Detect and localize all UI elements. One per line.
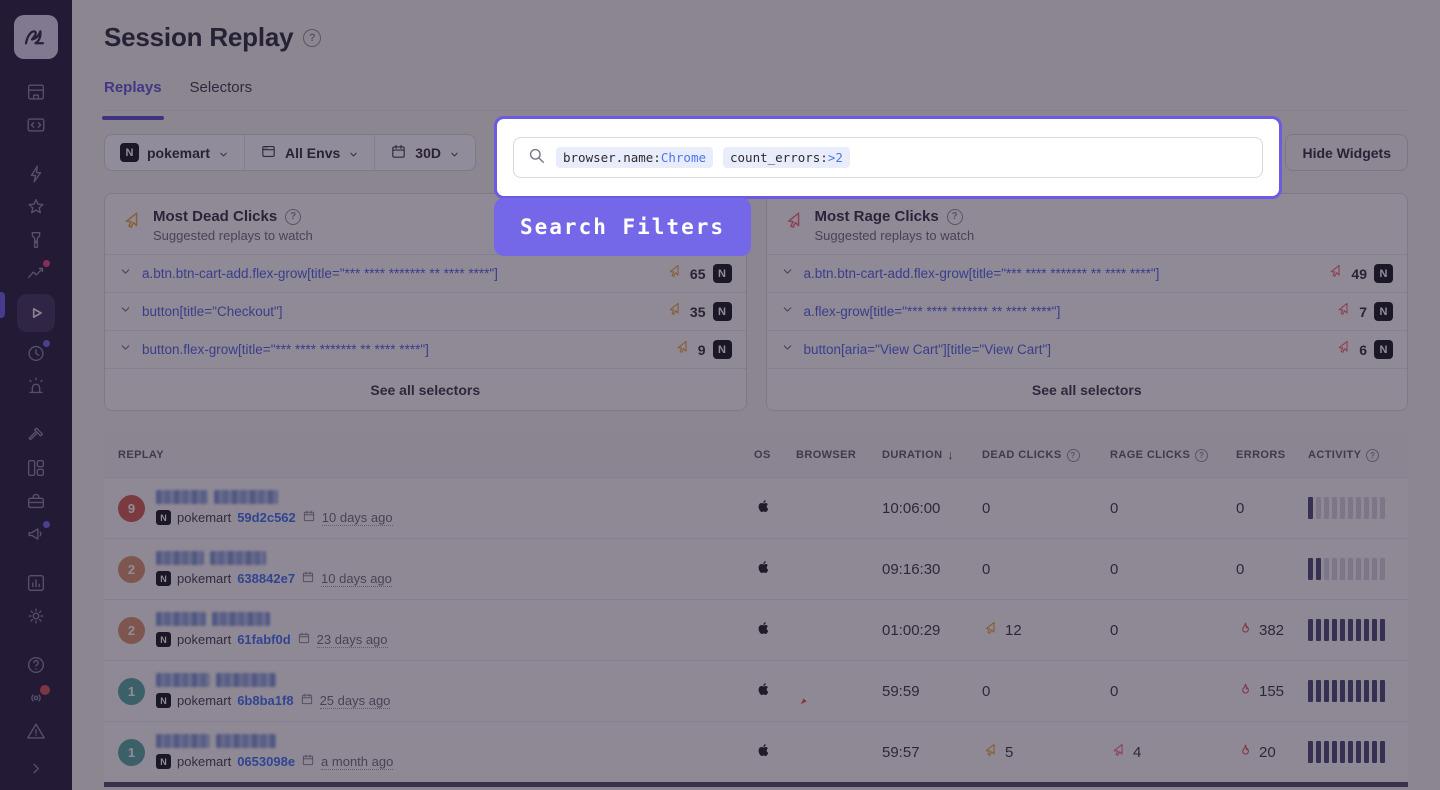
- search-filters-spotlight: browser.name:Chrome count_errors:>2 Sear…: [494, 116, 1282, 256]
- search-filters-box: browser.name:Chrome count_errors:>2: [494, 116, 1282, 199]
- filter-chip-browser[interactable]: browser.name:Chrome: [556, 147, 713, 168]
- search-filters-tooltip: Search Filters: [494, 198, 751, 256]
- app-window: Session Replay ? Replays Selectors N pok…: [0, 0, 1440, 790]
- search-icon: [527, 146, 546, 170]
- filter-chip-errors[interactable]: count_errors:>2: [723, 147, 850, 168]
- search-input[interactable]: browser.name:Chrome count_errors:>2: [513, 137, 1263, 178]
